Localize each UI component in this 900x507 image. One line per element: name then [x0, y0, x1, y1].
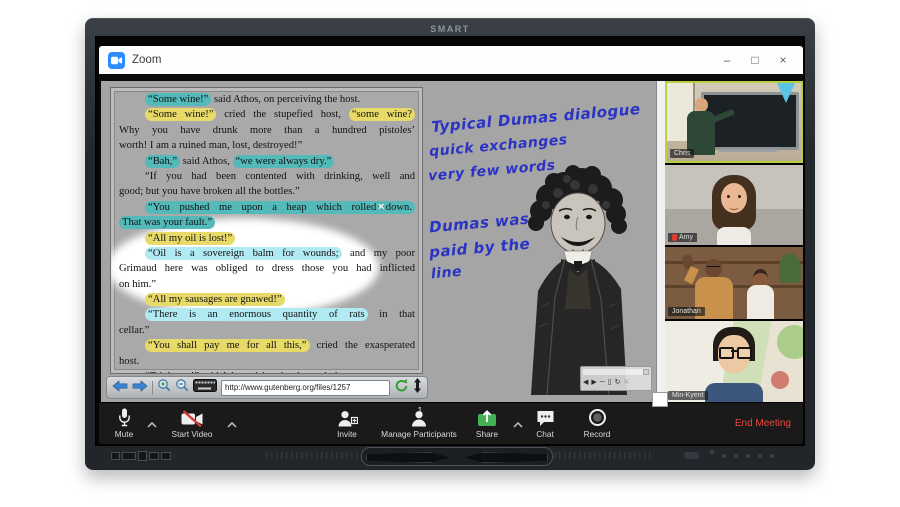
highlighted-text: “All my oil is lost!” [145, 232, 235, 245]
board-pen-tray [91, 444, 809, 466]
participants-icon: 1 [371, 408, 467, 427]
video-tile[interactable]: Amy [665, 165, 803, 245]
zoom-control-bar: Mute Start Video [99, 402, 803, 444]
window-titlebar: Zoom – □ × [99, 46, 803, 74]
participant-name-tag: Amy [668, 233, 697, 242]
highlighted-text: “Some wine!” [145, 93, 211, 106]
control-button[interactable] [734, 454, 738, 458]
video-tile[interactable]: Jonathan [665, 247, 803, 319]
control-button[interactable] [758, 454, 762, 458]
page: SMART Zoom – □ × [0, 0, 900, 507]
pen-tray [361, 447, 553, 466]
url-field[interactable]: http://www.gutenberg.org/files/1257 [221, 380, 390, 396]
handwritten-note-line: line [430, 264, 462, 283]
refresh-icon[interactable] [394, 378, 409, 398]
document-text: “Some wine!” said Athos, on perceiving t… [119, 92, 415, 374]
port [122, 452, 136, 460]
minimize-button[interactable]: – [713, 53, 741, 67]
highlighted-text: “You pushed me upon a heap which rolled … [145, 201, 415, 214]
highlighted-text: “There is an enormous quantity of rats [145, 308, 368, 321]
keyboard-icon[interactable] [193, 379, 217, 397]
highlighted-text: “we were always dry.” [233, 155, 335, 168]
page-nav-close-box[interactable] [643, 369, 649, 375]
zoom-app-icon [108, 52, 125, 69]
control-button[interactable] [770, 454, 774, 458]
display-screen: Zoom – □ × “Some wine!” said Athos, [95, 36, 805, 446]
annotation-close-icon[interactable]: × [378, 201, 384, 213]
video-participants-panel: Chris Amy [665, 81, 803, 403]
end-meeting-button[interactable]: End Meeting [735, 418, 791, 429]
camera-off-icon [161, 408, 223, 427]
video-options-chevron-icon[interactable] [227, 415, 237, 433]
window-controls: – □ × [713, 46, 797, 74]
port [111, 452, 120, 460]
participant-count-badge: 1 [418, 406, 422, 415]
zoom-window: Zoom – □ × “Some wine!” said Athos, [99, 46, 803, 444]
zoom-in-icon[interactable] [157, 378, 171, 397]
chat-bubble-icon [525, 408, 565, 427]
meeting-content: “Some wine!” said Athos, on perceiving t… [99, 74, 803, 403]
record-icon [574, 408, 620, 427]
invite-person-icon [325, 408, 369, 427]
mute-options-chevron-icon[interactable] [147, 415, 157, 433]
control-button[interactable] [710, 450, 714, 454]
scrollbar-handle[interactable] [652, 392, 668, 407]
share-screen-icon [465, 408, 509, 427]
port [161, 452, 171, 460]
smart-brand-logo: SMART [85, 24, 815, 34]
highlighted-text: “some wine? [349, 108, 415, 121]
page-icon[interactable]: ▯ [608, 378, 612, 388]
start-video-button[interactable]: Start Video [161, 408, 223, 439]
video-tile[interactable]: Chris [665, 81, 803, 163]
chat-button[interactable]: Chat [525, 408, 565, 439]
control-button[interactable] [722, 454, 726, 458]
close-button[interactable]: × [769, 53, 797, 67]
record-button[interactable]: Record [574, 408, 620, 439]
more-icon[interactable]: ⁙ [623, 378, 629, 388]
control-button[interactable] [684, 452, 699, 459]
prev-page-icon[interactable]: ◀ [583, 378, 588, 388]
port [149, 452, 159, 460]
refresh-small-icon[interactable]: ↻ [615, 378, 621, 388]
shared-whiteboard[interactable]: “Some wine!” said Athos, on perceiving t… [101, 81, 656, 403]
highlighted-text: That was your fault.” [119, 216, 215, 229]
document-page: “Some wine!” said Athos, on perceiving t… [110, 87, 423, 374]
control-button[interactable] [746, 454, 750, 458]
page-nav-title-strip [583, 369, 649, 375]
highlighted-text: “Bah,” [145, 155, 180, 168]
next-page-icon[interactable]: ▶ [591, 378, 596, 388]
highlighted-text: “Some wine!” [145, 108, 216, 121]
port [138, 451, 147, 461]
share-button[interactable]: Share [465, 408, 509, 439]
back-icon[interactable] [112, 379, 128, 397]
share-options-chevron-icon[interactable] [513, 415, 523, 433]
smart-pen[interactable] [464, 452, 548, 463]
window-title: Zoom [132, 54, 161, 66]
forward-icon[interactable] [132, 379, 148, 397]
toolbar-divider [152, 381, 153, 395]
handwritten-note-line: Typical Dumas dialogue [431, 100, 642, 136]
handwritten-note-line: quick exchanges [429, 132, 569, 160]
participant-name-tag: Min-Kyent [668, 391, 708, 400]
zoom-out-icon[interactable] [175, 378, 189, 397]
participant-name-tag: Chris [670, 149, 694, 158]
minus-icon[interactable]: ─ [600, 378, 605, 388]
mute-button[interactable]: Mute [101, 408, 147, 439]
microphone-icon [101, 408, 147, 427]
dumas-portrait-engraving [503, 157, 655, 395]
smart-pen[interactable] [366, 452, 450, 463]
manage-participants-button[interactable]: 1 Manage Participants [371, 408, 467, 439]
maximize-button[interactable]: □ [741, 53, 769, 67]
video-tile[interactable]: Min-Kyent [665, 321, 803, 403]
participant-name-tag: Jonathan [668, 307, 705, 316]
highlighted-text: “You shall pay me for all this,” [145, 339, 310, 352]
highlighted-text: “Oil is a sovereign balm for wounds; [145, 247, 342, 260]
invite-button[interactable]: Invite [325, 408, 369, 439]
resize-vertical-icon[interactable] [413, 378, 422, 398]
page-nav-toolbar[interactable]: ◀ ▶ ─ ▯ ↻ ⁙ [580, 366, 652, 391]
mic-muted-icon [672, 234, 677, 241]
highlighted-text: “All my sausages are gnawed!” [145, 293, 285, 306]
smart-board-bezel: SMART Zoom – □ × [85, 18, 815, 470]
browser-toolbar: http://www.gutenberg.org/files/1257 [106, 376, 428, 399]
